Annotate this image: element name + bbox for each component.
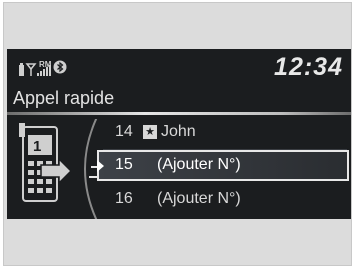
scroll-arc bbox=[84, 116, 98, 219]
phone-graphic-svg: 1 bbox=[19, 116, 100, 219]
display-screen: RM 12:34 Appel rapide 1 14 ★ John 15 (Aj… bbox=[7, 49, 351, 219]
divider bbox=[7, 112, 351, 115]
entry-name: John bbox=[161, 123, 196, 140]
selection-pointer-icon bbox=[97, 160, 104, 172]
speed-dial-graphic: 1 bbox=[13, 116, 103, 219]
phone-icon bbox=[19, 123, 58, 202]
speed-dial-list: 14 ★ John 15 (Ajouter N°) 16 (Ajouter N°… bbox=[97, 117, 351, 219]
star-icon: ★ bbox=[143, 125, 157, 139]
entry-name: (Ajouter N°) bbox=[157, 156, 241, 173]
clock: 12:34 bbox=[274, 53, 343, 81]
status-icons: RM bbox=[19, 60, 111, 83]
list-item-selected[interactable]: 15 (Ajouter N°) bbox=[97, 150, 349, 181]
signal-antenna-icon bbox=[25, 63, 37, 76]
status-bar: RM 12:34 bbox=[7, 49, 351, 86]
list-item[interactable]: 14 ★ John bbox=[97, 117, 349, 148]
title-row: Appel rapide bbox=[7, 86, 351, 113]
entry-number: 15 bbox=[115, 156, 133, 173]
status-icons-svg: RM bbox=[19, 60, 67, 76]
bluetooth-icon bbox=[53, 60, 67, 74]
page-title: Appel rapide bbox=[13, 88, 115, 108]
list-item[interactable]: 16 (Ajouter N°) bbox=[97, 184, 349, 215]
entry-number: 16 bbox=[115, 190, 133, 207]
phone-slot-number: 1 bbox=[33, 138, 41, 155]
roaming-label: RM bbox=[39, 60, 52, 69]
entry-name: (Ajouter N°) bbox=[157, 190, 241, 207]
battery-icon bbox=[19, 63, 24, 76]
entry-number: 14 bbox=[115, 123, 133, 140]
